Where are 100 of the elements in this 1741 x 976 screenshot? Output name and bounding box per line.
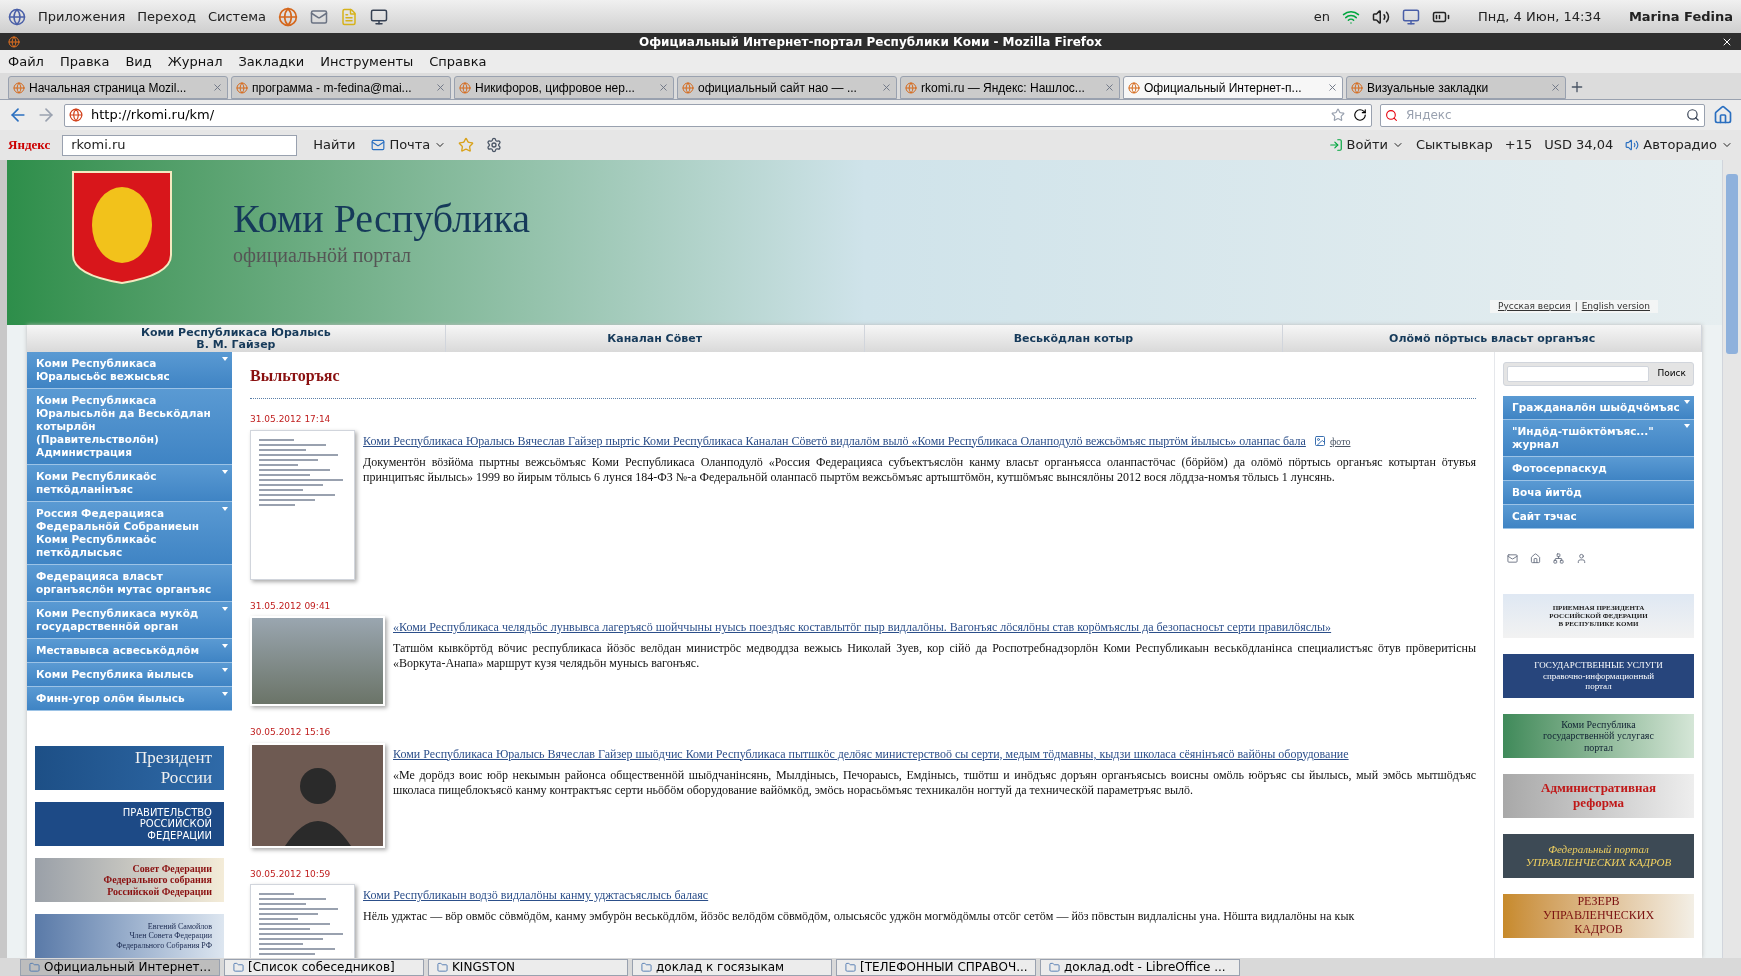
link-banner[interactable]: ПРАВИТЕЛЬСТВО РОССИЙСКОЙ ФЕДЕРАЦИИ xyxy=(35,802,224,846)
nav-tab[interactable]: Веськӧдлан котыр xyxy=(864,325,1284,352)
window-title: Официальный Интернет-портал Республики Коми - Mozilla Firefox xyxy=(638,33,1103,51)
link-banner[interactable]: Федеральный портал УПРАВЛЕНЧЕСКИХ КАДРОВ xyxy=(1503,834,1694,878)
site-search-field[interactable] xyxy=(1507,366,1650,382)
tab-close-icon[interactable] xyxy=(435,82,446,93)
browser-tab[interactable]: rkomi.ru — Яндекс: Нашлос... xyxy=(900,76,1120,99)
russian-version-link[interactable]: Русская версия xyxy=(1497,299,1571,313)
menu-item[interactable]: Правка xyxy=(59,51,110,72)
new-tab-icon[interactable] xyxy=(1569,79,1585,95)
address-field[interactable]: http://rkomi.ru/km/ xyxy=(64,103,1372,127)
taskbar-button[interactable]: KINGSTON xyxy=(428,958,628,976)
panel-menu[interactable]: Переход xyxy=(137,6,196,27)
yandex-logo[interactable]: Яндекс xyxy=(8,135,51,155)
display-icon[interactable] xyxy=(1402,7,1421,26)
browser-tab[interactable]: официальный сайт нао — ... xyxy=(677,76,897,99)
link-banner[interactable]: Евгений Самойлов Член Совета Федерации Федерального Собрания РФ xyxy=(35,914,224,958)
taskbar-button[interactable]: [ТЕЛЕФОННЫИ СПРАВОЧ... xyxy=(836,958,1036,976)
favicon-icon xyxy=(1351,81,1363,94)
menu-item[interactable]: Журнал xyxy=(167,51,223,72)
nav-tab[interactable]: Каналан Сӧвет xyxy=(445,325,865,352)
browser-tab[interactable]: Официальный Интернет-п... xyxy=(1123,76,1343,99)
article-title-link[interactable]: Коми Республикаын водзӧ видлалӧны канму уджтасъяслысь балаяс xyxy=(363,888,709,903)
article-title-link[interactable]: Коми Республикаса Юралысь Вячеслав Гайзер пыртiс Коми Республикаса Каналан Сӧветӧ видлалӧм вылӧ «Коми Республикаса Оланподулӧ вежсьӧмъяс пыртӧм йылысь» оланпас бала xyxy=(363,433,1306,449)
link-banner[interactable]: РЕЗЕРВ УПРАВЛЕНЧЕСКИХ КАДРОВ xyxy=(1503,894,1694,938)
sidebar-menu-item[interactable]: "Индӧд-тшӧктӧмъяс..." журнал xyxy=(1503,420,1694,457)
mail-launcher-icon[interactable] xyxy=(309,7,328,26)
taskbar-button[interactable]: доклад к госязыкам xyxy=(632,958,832,976)
panel-clock[interactable]: Пнд, 4 Июн, 14:34 xyxy=(1478,6,1601,27)
tab-close-icon[interactable] xyxy=(1327,82,1338,93)
article-summary: Татшӧм кывкӧртӧд вӧчис республикаса йӧзӧс велӧдан министрӧс медводдза вежысь Николай Зуев, кор сiйӧ да Роспотребнадзорлӧн Коми Республикаын веськӧдланiнса специалистъяс ӧтув прӧверитiсны «Воркута-Анапа» маршрут кузя челядьӧн мунысь вагонъяс. xyxy=(393,641,1476,671)
menu-item[interactable]: Инструменты xyxy=(320,51,414,72)
browser-tab[interactable]: программа - m-fedina@mai... xyxy=(231,76,451,99)
menu-item[interactable]: Файл xyxy=(8,51,44,72)
temperature-label[interactable]: +15 xyxy=(1504,135,1533,155)
panel-menu[interactable]: Приложения xyxy=(38,6,126,27)
tab-close-icon[interactable] xyxy=(1104,82,1115,93)
tab-close-icon[interactable] xyxy=(658,82,669,93)
home-icon[interactable] xyxy=(1713,105,1733,125)
menu-item[interactable]: Справка xyxy=(429,51,487,72)
reload-icon[interactable] xyxy=(1353,108,1367,122)
bookmark-star-icon[interactable] xyxy=(1331,108,1345,122)
window-icon xyxy=(845,961,856,973)
site-favicon-icon xyxy=(69,108,83,122)
article-summary: Документӧн вӧзйӧма пыртны вежсьӧмъяс Коми Республикаса Оланподулӧ «Россия Федерацияса субъектъяслӧн канму власьт органъясса оланпастӧчас (бӧрйӧм) да олӧмӧ пӧртысь органъяс котыртан ӧтувъя принципъяс йылысь» 1999 во йирым тӧлысь 6 лунся 184-ФЗ №-а Федеральнӧй оланпасӧ пыртӧм вежсьӧмъяс артыштӧмӧн, кутшӧмъяс вынсялӧны 2012 вося лӧддза-номъя тӧлысь 1 лунсянь. xyxy=(363,454,1476,485)
article-date: 30.05.2012 10:59 xyxy=(250,867,332,881)
article-title-link[interactable]: Коми Республикаса Юралысь Вячеслав Гайзер шыӧдчис Коми Республикаса пытшкӧс делӧяс министерствоӧ сы серти, медым тӧдмавны, кыдзи школаса сёянiнъясӧ вайӧны оборудование xyxy=(393,746,1349,762)
yandex-search-field[interactable]: rkomi.ru xyxy=(62,134,298,156)
nav-tab[interactable]: Олӧмӧ пӧртысь власьт органъяс xyxy=(1283,325,1702,352)
taskbar-button[interactable]: доклад.odt - LibreOffice ... xyxy=(1040,958,1240,976)
user-icon[interactable] xyxy=(1576,553,1587,564)
mail-button[interactable]: Почта xyxy=(371,135,447,155)
radio-player-button[interactable]: Авторадио xyxy=(1625,135,1733,155)
favicon-icon xyxy=(1128,81,1140,94)
sidebar-menu-item[interactable]: Коми Республикаса Юралысьӧс вежысьяс xyxy=(27,352,232,389)
city-label[interactable]: Сыктывкар xyxy=(1415,135,1493,155)
section-heading: Выльторъяс xyxy=(250,364,1476,399)
taskbar-button[interactable]: Официальный Интернет... xyxy=(20,958,220,976)
tab-close-icon[interactable] xyxy=(212,82,223,93)
tab-close-icon[interactable] xyxy=(881,82,892,93)
tab-close-icon[interactable] xyxy=(1550,82,1561,93)
menu-item[interactable]: Закладки xyxy=(238,51,305,72)
menu-item[interactable]: Вид xyxy=(125,51,152,72)
link-banner[interactable]: Президент России xyxy=(35,746,224,790)
sitemap-icon[interactable] xyxy=(1553,553,1564,564)
mail-icon[interactable] xyxy=(1507,553,1518,564)
caret-icon xyxy=(1684,424,1690,428)
search-icon[interactable] xyxy=(1686,108,1700,122)
sidebar-menu-item[interactable]: Коми Республикаса Юралысьлӧн да Веськӧдлан котырлӧн (Правительстволӧн) Администрация xyxy=(27,389,232,465)
photo-link[interactable]: фото xyxy=(1313,433,1351,449)
link-banner[interactable]: Совет Федерации Федерального собрания Российской Федерации xyxy=(35,858,224,902)
keyboard-layout[interactable]: en xyxy=(1313,6,1331,27)
currency-label[interactable]: USD 34,04 xyxy=(1544,135,1614,155)
sidebar-menu-item[interactable]: Коми Республикаса мукӧд государственнӧй орган xyxy=(27,602,232,639)
article-summary: Нёль уджтас — вӧр овмӧс сӧвмӧдӧм, канму эмбурӧн веськӧдлӧм, йӧзӧс велӧдӧм сӧвмӧдӧм, олысьясӧс уджӧн могмӧдӧмлы отсӧг сетӧм — йӧз пӧвстын видлалiсны уна. Нӧшта видлалӧны на кык xyxy=(363,909,1355,924)
taskbar-button[interactable]: [Список собеседников] xyxy=(224,958,424,976)
browser-launcher-icon[interactable] xyxy=(277,6,298,27)
link-banner[interactable]: Административная реформа xyxy=(1503,774,1694,818)
link-banner[interactable]: Коми Республика государственнӧй услугаяс портал xyxy=(1503,714,1694,758)
scrollbar[interactable] xyxy=(1722,160,1741,958)
speaker-icon xyxy=(1625,138,1640,152)
settings-icon[interactable] xyxy=(486,137,503,153)
caret-icon xyxy=(222,692,228,696)
volume-icon[interactable] xyxy=(1372,7,1391,26)
user-name[interactable]: Marina Fedina xyxy=(1628,6,1733,27)
sidebar-menu-item[interactable]: Федерацияса власьт органъяслӧн мутас органъяс xyxy=(27,565,232,602)
caret-icon xyxy=(222,668,228,672)
browser-tab[interactable]: Начальная страница Mozil... xyxy=(8,76,228,99)
panel-menu[interactable]: Система xyxy=(207,6,266,27)
english-version-link[interactable]: English version xyxy=(1581,299,1650,313)
link-banner[interactable]: ГОСУДАРСТВЕННЫЕ УСЛУГИ справочно-информационный портал xyxy=(1503,654,1694,698)
sidebar-menu-item[interactable]: Коми Республикаӧс петкӧдланiнъяс xyxy=(27,465,232,502)
find-button[interactable]: Найти xyxy=(309,135,360,155)
browser-tab[interactable]: Никифоров, цифровое нер... xyxy=(454,76,674,99)
sidebar-menu-item[interactable]: Россия Федерацияса Федеральнӧй Собраниеын Коми Республикаӧс петкӧдлысьяс xyxy=(27,502,232,565)
browser-tab[interactable]: Визуальные закладки xyxy=(1346,76,1566,99)
article-title-link[interactable]: «Коми Республикаса челядьӧс лунвывса лагеръясӧ шойччыны нуысь поездъяс коставлытӧг пыр видлалӧны. Вагонъяс лӧсялӧны став корӧмъяслы да безопасносьт серти правилӧяслы» xyxy=(393,620,1332,635)
home-icon[interactable] xyxy=(1530,553,1541,564)
login-button[interactable]: Войти xyxy=(1328,135,1404,155)
search-button[interactable]: Поиск xyxy=(1653,367,1690,381)
